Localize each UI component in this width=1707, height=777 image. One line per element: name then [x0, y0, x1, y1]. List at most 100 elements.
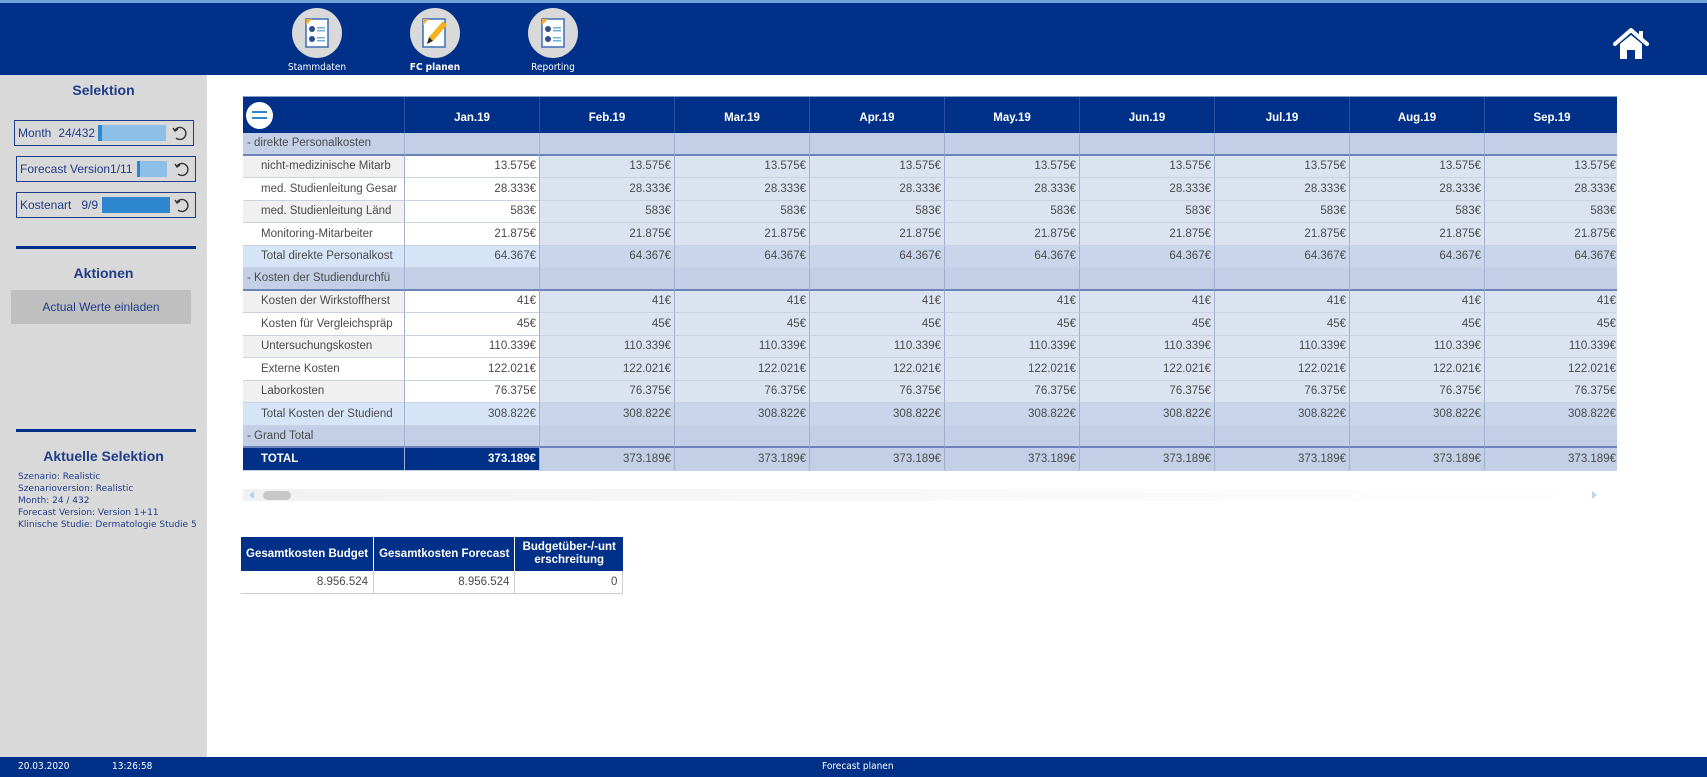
reset-icon[interactable] [171, 124, 189, 142]
slicer-month[interactable]: Month 24/432 [14, 120, 194, 146]
value-cell: 76.375€ [405, 380, 540, 403]
kpi-header: Gesamtkosten Forecast [373, 537, 516, 571]
nav-label: Stammdaten [287, 62, 347, 73]
row-label: TOTAL [243, 448, 405, 471]
nav-fc-planen[interactable]: FC planen [390, 8, 480, 73]
row-label: Monitoring-Mitarbeiter [243, 223, 405, 246]
value-cell: 373.189€ [1350, 448, 1485, 471]
value-cell: 122.021€ [1485, 358, 1617, 381]
nav-label: Reporting [531, 62, 575, 73]
nav-label: FC planen [409, 62, 461, 73]
scroll-thumb[interactable] [263, 491, 291, 500]
value-cell [1215, 133, 1350, 156]
row-label: Untersuchungskosten [243, 335, 405, 358]
slicer-value: 1/11 [110, 162, 133, 176]
value-cell: 373.189€ [675, 448, 810, 471]
column-header[interactable]: Jan.19 [405, 97, 540, 133]
value-cell [540, 425, 675, 448]
kpi-budget-value: 8.956.524 [241, 571, 375, 594]
value-cell: 64.367€ [810, 245, 945, 268]
value-cell: 28.333€ [540, 178, 675, 201]
value-cell: 45€ [1485, 313, 1617, 336]
column-header[interactable]: May.19 [945, 97, 1080, 133]
scroll-right-arrow-icon[interactable] [1592, 491, 1597, 499]
value-cell: 21.875€ [1080, 223, 1215, 246]
slicer-label: Kostenart [20, 198, 72, 212]
value-cell: 76.375€ [540, 380, 675, 403]
value-cell [945, 268, 1080, 291]
value-cell: 583€ [945, 200, 1080, 223]
value-cell [675, 425, 810, 448]
value-cell: 41€ [1485, 290, 1617, 313]
group-expand-toggle[interactable]: - Kosten der Studiendurchfü [243, 268, 405, 291]
column-header[interactable]: Sep.19 [1485, 97, 1617, 133]
table-row: Externe Kosten 122.021€ 122.021€ 122.021€ 12… [243, 358, 1617, 381]
value-cell: 122.021€ [540, 358, 675, 381]
value-cell: 583€ [1215, 200, 1350, 223]
value-cell [405, 133, 540, 156]
value-cell: 45€ [945, 313, 1080, 336]
value-cell [540, 268, 675, 291]
value-cell: 373.189€ [1485, 448, 1617, 471]
cost-matrix-table: Jan.19 Feb.19 Mar.19 Apr.19 May.19 Jun.19 Jul.… [243, 96, 1617, 471]
value-cell [1080, 133, 1215, 156]
column-header[interactable]: Jul.19 [1215, 97, 1350, 133]
row-label: Laborkosten [243, 380, 405, 403]
group-expand-toggle[interactable]: - direkte Personalkosten [243, 133, 405, 156]
matrix-corner [243, 97, 405, 133]
report-document-icon [292, 8, 342, 58]
horizontal-scrollbar[interactable] [243, 489, 1603, 501]
value-cell: 45€ [540, 313, 675, 336]
value-cell: 45€ [1080, 313, 1215, 336]
nav-stammdaten[interactable]: Stammdaten [272, 8, 362, 73]
value-cell: 21.875€ [675, 223, 810, 246]
actual-werte-einladen-button[interactable]: Actual Werte einladen [11, 290, 191, 324]
reset-icon[interactable] [173, 196, 191, 214]
reset-icon[interactable] [173, 160, 191, 178]
value-cell: 583€ [810, 200, 945, 223]
value-cell: 122.021€ [945, 358, 1080, 381]
column-header[interactable]: Mar.19 [675, 97, 810, 133]
slicer-label: Forecast Version [20, 162, 111, 176]
value-cell: 110.339€ [405, 335, 540, 358]
slicer-forecast-version[interactable]: Forecast Version 1/11 [16, 156, 196, 182]
value-cell: 308.822€ [1080, 403, 1215, 426]
divider [16, 429, 196, 432]
kpi-header: Gesamtkosten Budget [241, 537, 375, 571]
value-cell: 64.367€ [945, 245, 1080, 268]
value-cell: 308.822€ [1485, 403, 1617, 426]
slicer-progress-bar [136, 161, 167, 177]
aktuelle-selektion-title: Aktuelle Selektion [43, 448, 164, 464]
value-cell: 308.822€ [540, 403, 675, 426]
menu-icon[interactable] [246, 101, 273, 129]
column-header[interactable]: Aug.19 [1350, 97, 1485, 133]
column-header[interactable]: Jun.19 [1080, 97, 1215, 133]
value-cell [1485, 268, 1617, 291]
nav-reporting[interactable]: Reporting [508, 8, 598, 73]
value-cell: 583€ [1350, 200, 1485, 223]
value-cell: 373.189€ [540, 448, 675, 471]
value-cell: 76.375€ [1080, 380, 1215, 403]
value-cell: 41€ [1215, 290, 1350, 313]
home-icon[interactable] [1612, 27, 1650, 61]
row-label: Externe Kosten [243, 358, 405, 381]
group-expand-toggle[interactable]: - Grand Total [243, 425, 405, 448]
value-cell: 122.021€ [675, 358, 810, 381]
slicer-progress-bar [102, 197, 171, 213]
column-header[interactable]: Apr.19 [810, 97, 945, 133]
row-label: nicht-medizinische Mitarb [243, 155, 405, 178]
selektion-title: Selektion [72, 82, 135, 98]
scroll-left-arrow-icon[interactable] [249, 491, 254, 499]
value-cell [945, 133, 1080, 156]
value-cell [675, 268, 810, 291]
column-header[interactable]: Feb.19 [540, 97, 675, 133]
value-cell: 373.189€ [1080, 448, 1215, 471]
aktuelle-selektion-info: Szenario: Realistic Szenarioversion: Rea… [18, 471, 197, 531]
slicer-kostenart[interactable]: Kostenart 9/9 [16, 192, 196, 218]
value-cell: 45€ [675, 313, 810, 336]
selection-line: Szenario: Realistic [18, 472, 101, 482]
row-label: Total Kosten der Studiend [243, 403, 405, 426]
value-cell: 21.875€ [405, 223, 540, 246]
value-cell: 28.333€ [1485, 178, 1617, 201]
kpi-header-row: Gesamtkosten Budget Gesamtkosten Forecas… [241, 537, 623, 571]
